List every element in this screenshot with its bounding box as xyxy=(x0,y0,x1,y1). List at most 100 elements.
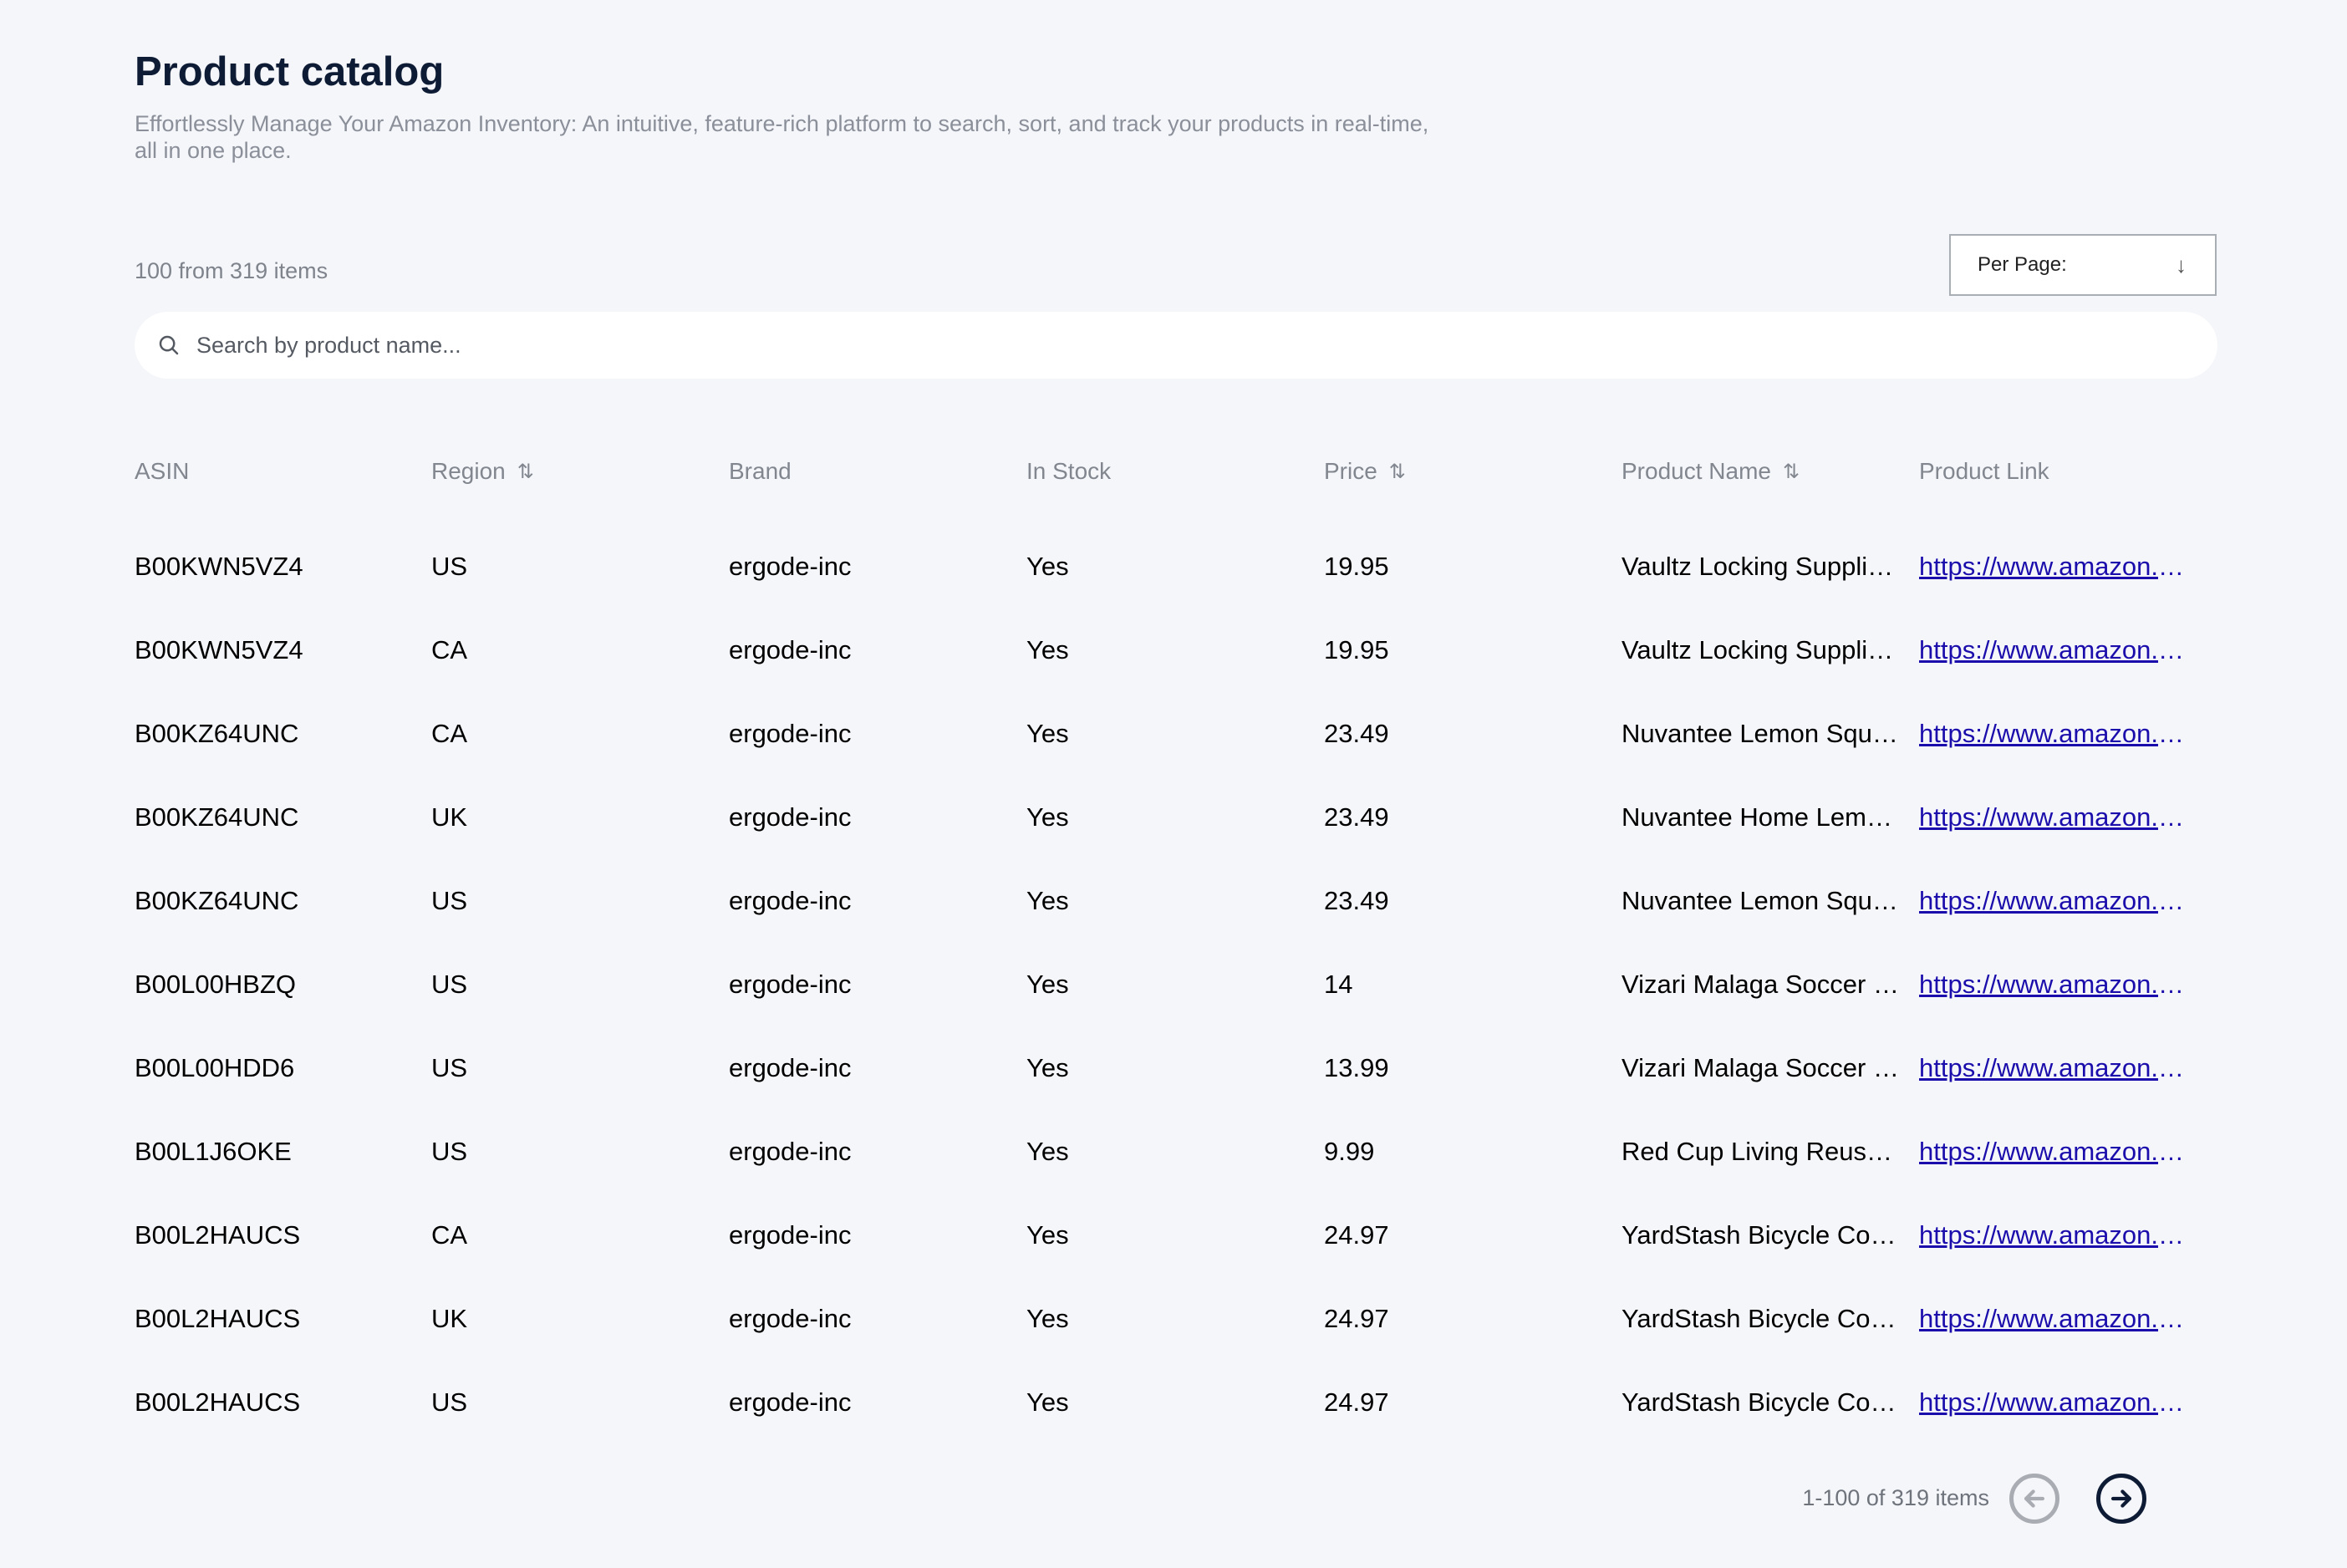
column-label: Product Link xyxy=(1919,458,2049,484)
cell-product-name: Vaultz Locking Supplies Box xyxy=(1622,552,1904,581)
product-link[interactable]: https://www.amazon.com/dp/B00L00HDD6 xyxy=(1919,1053,2193,1083)
product-link[interactable]: https://www.amazon.com/dp/B00KZ64UNC xyxy=(1919,886,2193,916)
cell-region: US xyxy=(431,552,468,581)
cell-asin: B00KZ64UNC xyxy=(135,886,299,915)
search-input[interactable] xyxy=(196,332,2119,359)
per-page-label: Per Page: xyxy=(1978,253,2067,276)
previous-page-button[interactable] xyxy=(2009,1474,2059,1524)
sort-icon[interactable]: ⇅ xyxy=(1783,460,1800,484)
product-link[interactable]: https://www.amazon.ca/dp/B00L2HAUCS xyxy=(1919,1220,2193,1250)
product-link[interactable]: https://www.amazon.ca/dp/B00KWN5VZ4 xyxy=(1919,635,2193,665)
cell-in-stock: Yes xyxy=(1026,886,1069,915)
table-row: B00KZ64UNC CA ergode-inc Yes 23.49 Nuvan… xyxy=(0,710,2347,794)
cell-product-name: Vaultz Locking Supplies Box xyxy=(1622,635,1904,664)
product-link[interactable]: https://www.amazon.com/dp/B00L00HBZQ xyxy=(1919,970,2193,1000)
cell-asin: B00KZ64UNC xyxy=(135,719,299,748)
search-icon xyxy=(159,335,179,355)
arrow-left-icon xyxy=(2024,1489,2045,1508)
cell-in-stock: Yes xyxy=(1026,719,1069,748)
cell-region: UK xyxy=(431,1304,468,1333)
pagination-range: 1-100 of 319 items xyxy=(1802,1485,1989,1510)
product-link[interactable]: https://www.amazon.co.uk/dp/B00L2HAUCS xyxy=(1919,1304,2193,1334)
product-link[interactable]: https://www.amazon.com/dp/B00L2HAUCS xyxy=(1919,1387,2193,1418)
product-link[interactable]: https://www.amazon.co.uk/dp/B00KZ64UNC xyxy=(1919,802,2193,832)
column-header-brand: Brand xyxy=(729,458,1013,485)
cell-brand: ergode-inc xyxy=(729,635,852,664)
cell-brand: ergode-inc xyxy=(729,552,852,581)
cell-in-stock: Yes xyxy=(1026,970,1069,999)
cell-brand: ergode-inc xyxy=(729,802,852,832)
cell-asin: B00L2HAUCS xyxy=(135,1304,301,1333)
product-catalog-page: Product catalog Effortlessly Manage Your… xyxy=(0,0,2347,1568)
table-body: B00KWN5VZ4 US ergode-inc Yes 19.95 Vault… xyxy=(0,543,2347,1463)
cell-product-name: Red Cup Living Reusable Bottle xyxy=(1622,1137,1904,1166)
column-label: Price xyxy=(1324,458,1377,484)
cell-asin: B00KZ64UNC xyxy=(135,802,299,832)
column-header-asin: ASIN xyxy=(135,458,419,485)
cell-asin: B00L1J6OKE xyxy=(135,1137,292,1166)
search-bar xyxy=(135,312,2217,379)
item-count: 100 from 319 items xyxy=(135,258,328,283)
cell-asin: B00L00HBZQ xyxy=(135,970,296,999)
cell-price: 13.99 xyxy=(1324,1053,1389,1082)
cell-region: CA xyxy=(431,1220,468,1250)
table-row: B00KWN5VZ4 CA ergode-inc Yes 19.95 Vault… xyxy=(0,627,2347,710)
cell-brand: ergode-inc xyxy=(729,1137,852,1166)
product-link[interactable]: https://www.amazon.com/dp/B00L1J6OKE xyxy=(1919,1137,2193,1167)
cell-product-name: Vizari Malaga Soccer Ball xyxy=(1622,970,1904,999)
cell-price: 24.97 xyxy=(1324,1304,1389,1333)
cell-in-stock: Yes xyxy=(1026,1304,1069,1333)
cell-region: US xyxy=(431,886,468,915)
cell-region: US xyxy=(431,970,468,999)
page-subtitle: Effortlessly Manage Your Amazon Inventor… xyxy=(135,111,1429,163)
table-row: B00L2HAUCS UK ergode-inc Yes 24.97 YardS… xyxy=(0,1296,2347,1379)
column-label: Brand xyxy=(729,458,792,484)
page-title: Product catalog xyxy=(135,49,445,94)
cell-product-name: Nuvantee Lemon Squeezer xyxy=(1622,719,1904,748)
product-link[interactable]: https://www.amazon.ca/dp/B00KZ64UNC xyxy=(1919,719,2193,749)
sort-icon[interactable]: ⇅ xyxy=(517,460,534,484)
cell-region: US xyxy=(431,1053,468,1082)
table-row: B00KZ64UNC US ergode-inc Yes 23.49 Nuvan… xyxy=(0,878,2347,961)
table-row: B00L2HAUCS US ergode-inc Yes 24.97 YardS… xyxy=(0,1379,2347,1463)
cell-product-name: YardStash Bicycle Cover xyxy=(1622,1304,1904,1333)
cell-product-name: YardStash Bicycle Cover xyxy=(1622,1220,1904,1250)
cell-brand: ergode-inc xyxy=(729,1053,852,1082)
cell-in-stock: Yes xyxy=(1026,1387,1069,1417)
arrow-down-icon: ↓ xyxy=(2176,252,2187,277)
arrow-right-icon xyxy=(2110,1489,2132,1508)
cell-asin: B00KWN5VZ4 xyxy=(135,635,303,664)
cell-product-name: Vizari Malaga Soccer Ball xyxy=(1622,1053,1904,1082)
cell-in-stock: Yes xyxy=(1026,1137,1069,1166)
cell-asin: B00L00HDD6 xyxy=(135,1053,295,1082)
sort-icon[interactable]: ⇅ xyxy=(1389,460,1406,484)
table-row: B00L1J6OKE US ergode-inc Yes 9.99 Red Cu… xyxy=(0,1128,2347,1212)
cell-brand: ergode-inc xyxy=(729,1304,852,1333)
cell-price: 19.95 xyxy=(1324,552,1389,581)
cell-asin: B00KWN5VZ4 xyxy=(135,552,303,581)
table-header: ASIN Region ⇅ Brand In Stock Price ⇅ Pro… xyxy=(0,458,2347,488)
column-label: Region xyxy=(431,458,506,484)
next-page-button[interactable] xyxy=(2096,1474,2146,1524)
cell-price: 14 xyxy=(1324,970,1353,999)
cell-price: 9.99 xyxy=(1324,1137,1375,1166)
cell-brand: ergode-inc xyxy=(729,886,852,915)
column-header-product-name[interactable]: Product Name ⇅ xyxy=(1622,458,1904,485)
cell-in-stock: Yes xyxy=(1026,1053,1069,1082)
table-row: B00KWN5VZ4 US ergode-inc Yes 19.95 Vault… xyxy=(0,543,2347,627)
product-link[interactable]: https://www.amazon.com/dp/B00KWN5VZ4 xyxy=(1919,552,2193,582)
per-page-select[interactable]: Per Page: ↓ xyxy=(1949,234,2217,296)
column-header-price[interactable]: Price ⇅ xyxy=(1324,458,1608,485)
cell-price: 24.97 xyxy=(1324,1220,1389,1250)
cell-region: CA xyxy=(431,635,468,664)
cell-in-stock: Yes xyxy=(1026,802,1069,832)
column-label: ASIN xyxy=(135,458,190,484)
cell-region: CA xyxy=(431,719,468,748)
table-row: B00KZ64UNC UK ergode-inc Yes 23.49 Nuvan… xyxy=(0,794,2347,878)
column-header-region[interactable]: Region ⇅ xyxy=(431,458,715,485)
cell-brand: ergode-inc xyxy=(729,719,852,748)
table-row: B00L00HDD6 US ergode-inc Yes 13.99 Vizar… xyxy=(0,1045,2347,1128)
table-row: B00L2HAUCS CA ergode-inc Yes 24.97 YardS… xyxy=(0,1212,2347,1296)
column-header-product-link: Product Link xyxy=(1919,458,2193,485)
cell-price: 24.97 xyxy=(1324,1387,1389,1417)
